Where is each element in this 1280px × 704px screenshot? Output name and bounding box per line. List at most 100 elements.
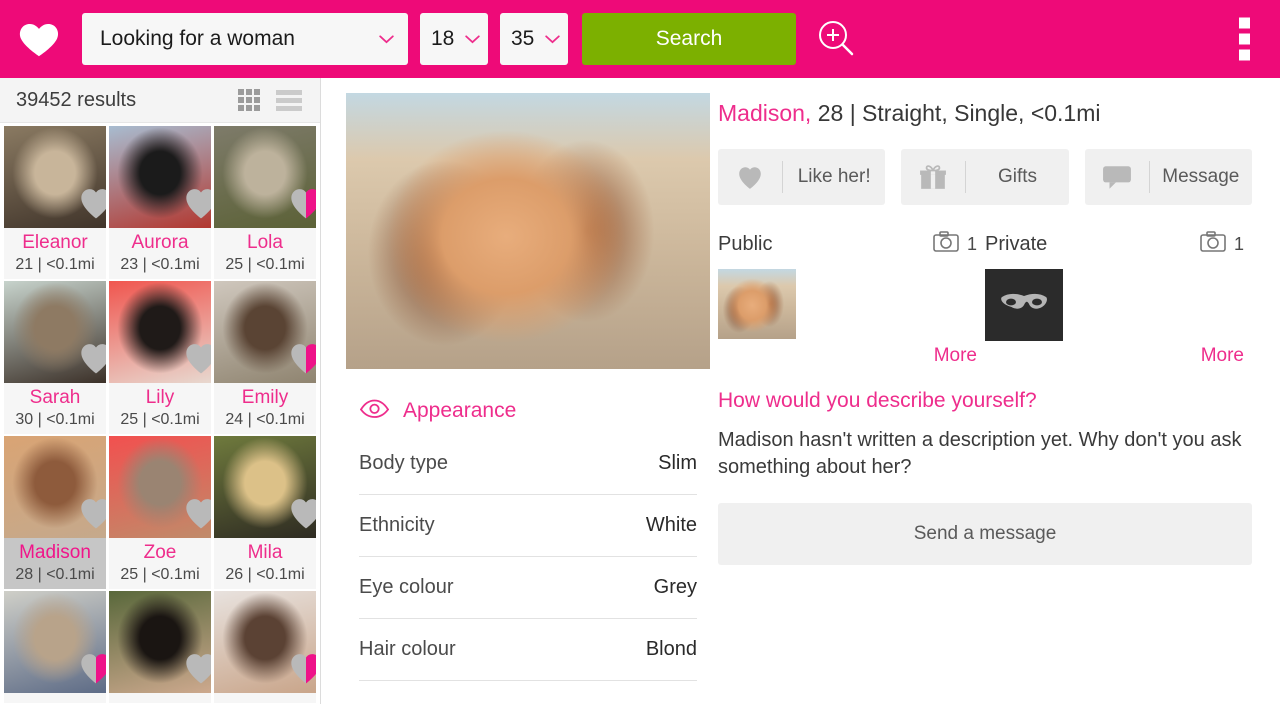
like-heart-icon[interactable] <box>287 496 316 530</box>
heart-logo-icon[interactable] <box>16 16 62 62</box>
profile-card[interactable]: Lola 25 | <0.1mi <box>214 126 316 280</box>
profile-card-thumbnail <box>109 281 211 384</box>
gifts-label: Gifts <box>997 166 1038 187</box>
profile-card[interactable] <box>109 591 211 704</box>
profile-name: Madison, <box>718 100 812 126</box>
profile-card-meta: 21 | <0.1mi <box>15 255 95 273</box>
profile-card-thumbnail <box>4 591 106 694</box>
profile-card-thumbnail <box>4 436 106 539</box>
profile-card-meta <box>4 697 106 703</box>
profile-card-meta: 25 | <0.1mi <box>225 255 305 273</box>
liked-heart-icon[interactable] <box>287 651 316 685</box>
profile-card-name: Lola <box>247 232 283 253</box>
list-line <box>276 105 302 111</box>
profile-card[interactable]: Sarah 30 | <0.1mi <box>4 281 106 435</box>
results-toolbar: 39452 results <box>0 78 320 123</box>
grid-cell <box>238 105 244 111</box>
like-heart-icon[interactable] <box>77 186 106 220</box>
liked-heart-icon[interactable] <box>287 186 316 220</box>
like-heart-icon[interactable] <box>182 496 211 530</box>
appearance-row-key: Eye colour <box>359 576 454 598</box>
gift-icon <box>901 163 965 191</box>
profile-card-name: Zoe <box>143 542 177 564</box>
like-heart-icon[interactable] <box>182 186 211 220</box>
profile-card-thumbnail <box>214 591 316 694</box>
description-body: Madison hasn't written a description yet… <box>718 429 1242 478</box>
appearance-row-key: Body type <box>359 452 448 474</box>
chevron-down-icon <box>545 34 560 44</box>
profile-card[interactable]: Emily 24 | <0.1mi <box>214 281 316 435</box>
private-count-value: 1 <box>1233 233 1244 254</box>
profile-card[interactable]: Madison 28 | <0.1mi <box>4 436 106 590</box>
camera-icon <box>933 231 959 257</box>
like-her-button[interactable]: Like her! <box>718 149 886 205</box>
profile-card-meta: 30 | <0.1mi <box>15 410 95 428</box>
looking-for-select[interactable]: Looking for a woman <box>82 13 408 65</box>
appearance-row-value: Grey <box>653 576 697 598</box>
private-photo-thumbnail[interactable] <box>985 269 1063 341</box>
profile-card[interactable]: Eleanor 21 | <0.1mi <box>4 126 106 280</box>
public-photo-count: 1 <box>933 231 977 257</box>
overflow-dot <box>1239 49 1250 61</box>
like-heart-icon[interactable] <box>77 341 106 375</box>
profile-hero-photo[interactable] <box>346 93 710 369</box>
send-a-message-button[interactable]: Send a message <box>718 503 1252 565</box>
profile-card-meta: 28 | <0.1mi <box>15 565 95 583</box>
profile-card-meta <box>214 697 316 703</box>
appearance-attributes: Body type Slim Ethnicity White Eye colour Gre… <box>359 433 697 681</box>
overflow-menu-icon[interactable] <box>1239 17 1250 61</box>
gifts-button[interactable]: Gifts <box>901 149 1069 205</box>
profile-card-meta: 25 | <0.1mi <box>120 410 200 428</box>
results-sidebar: 39452 results Eleanor 21 | <0.1mi Aurora 23… <box>0 78 321 704</box>
message-label: Message <box>1162 166 1240 187</box>
profile-card[interactable] <box>214 591 316 704</box>
public-more-col: More <box>718 345 985 367</box>
appearance-title: Appearance <box>403 399 517 422</box>
magnifier-plus-icon[interactable] <box>814 16 860 62</box>
profile-card-thumbnail <box>109 436 211 539</box>
profile-card[interactable] <box>4 591 106 704</box>
appearance-row-value: White <box>645 514 697 536</box>
private-more-link[interactable]: More <box>1201 345 1244 366</box>
overflow-dot <box>1239 17 1250 29</box>
appearance-row: Eye colour Grey <box>359 557 697 619</box>
like-heart-icon[interactable] <box>77 496 106 530</box>
public-count-value: 1 <box>966 233 977 254</box>
list-view-icon[interactable] <box>276 89 302 111</box>
public-more-link[interactable]: More <box>934 345 977 366</box>
profile-card-name: Aurora <box>131 232 189 253</box>
age-max-select[interactable]: 35 <box>500 13 568 65</box>
profile-title: Madison, 28 | Straight, Single, <0.1mi <box>718 100 1252 127</box>
like-heart-icon[interactable] <box>182 341 211 375</box>
app-header: Looking for a woman 18 35 Search <box>0 0 1280 78</box>
profile-details: 28 | Straight, Single, <0.1mi <box>811 100 1101 126</box>
profile-card[interactable]: Zoe 25 | <0.1mi <box>109 436 211 590</box>
description-question: How would you describe yourself? <box>718 389 1037 412</box>
grid-cell <box>254 89 260 95</box>
age-min-select[interactable]: 18 <box>420 13 488 65</box>
profile-card-meta: 25 | <0.1mi <box>120 565 200 583</box>
appearance-row: Ethnicity White <box>359 495 697 557</box>
appearance-row-value: Slim <box>658 452 697 474</box>
message-button[interactable]: Message <box>1084 149 1252 205</box>
public-photo-thumbnail[interactable] <box>718 269 796 339</box>
profile-card[interactable]: Lily 25 | <0.1mi <box>109 281 211 435</box>
age-max-value: 35 <box>511 27 535 50</box>
like-her-label: Like her! <box>797 166 871 187</box>
grid-cell <box>246 97 252 103</box>
profile-card-name: Eleanor <box>22 232 88 253</box>
search-button[interactable]: Search <box>582 13 796 65</box>
profile-card[interactable]: Mila 26 | <0.1mi <box>214 436 316 590</box>
public-photos: Public 1 <box>718 231 985 341</box>
profile-card[interactable]: Aurora 23 | <0.1mi <box>109 126 211 280</box>
liked-heart-icon[interactable] <box>287 341 316 375</box>
main-body: 39452 results Eleanor 21 | <0.1mi Aurora 23… <box>0 78 1280 704</box>
liked-heart-icon[interactable] <box>77 651 106 685</box>
grid-cell <box>254 105 260 111</box>
grid-view-icon[interactable] <box>238 89 260 111</box>
private-label: Private <box>985 232 1048 255</box>
camera-icon <box>1200 231 1226 257</box>
appearance-section-header: Appearance <box>359 399 697 423</box>
like-heart-icon[interactable] <box>182 651 211 685</box>
profile-card-name: Emily <box>241 387 289 409</box>
